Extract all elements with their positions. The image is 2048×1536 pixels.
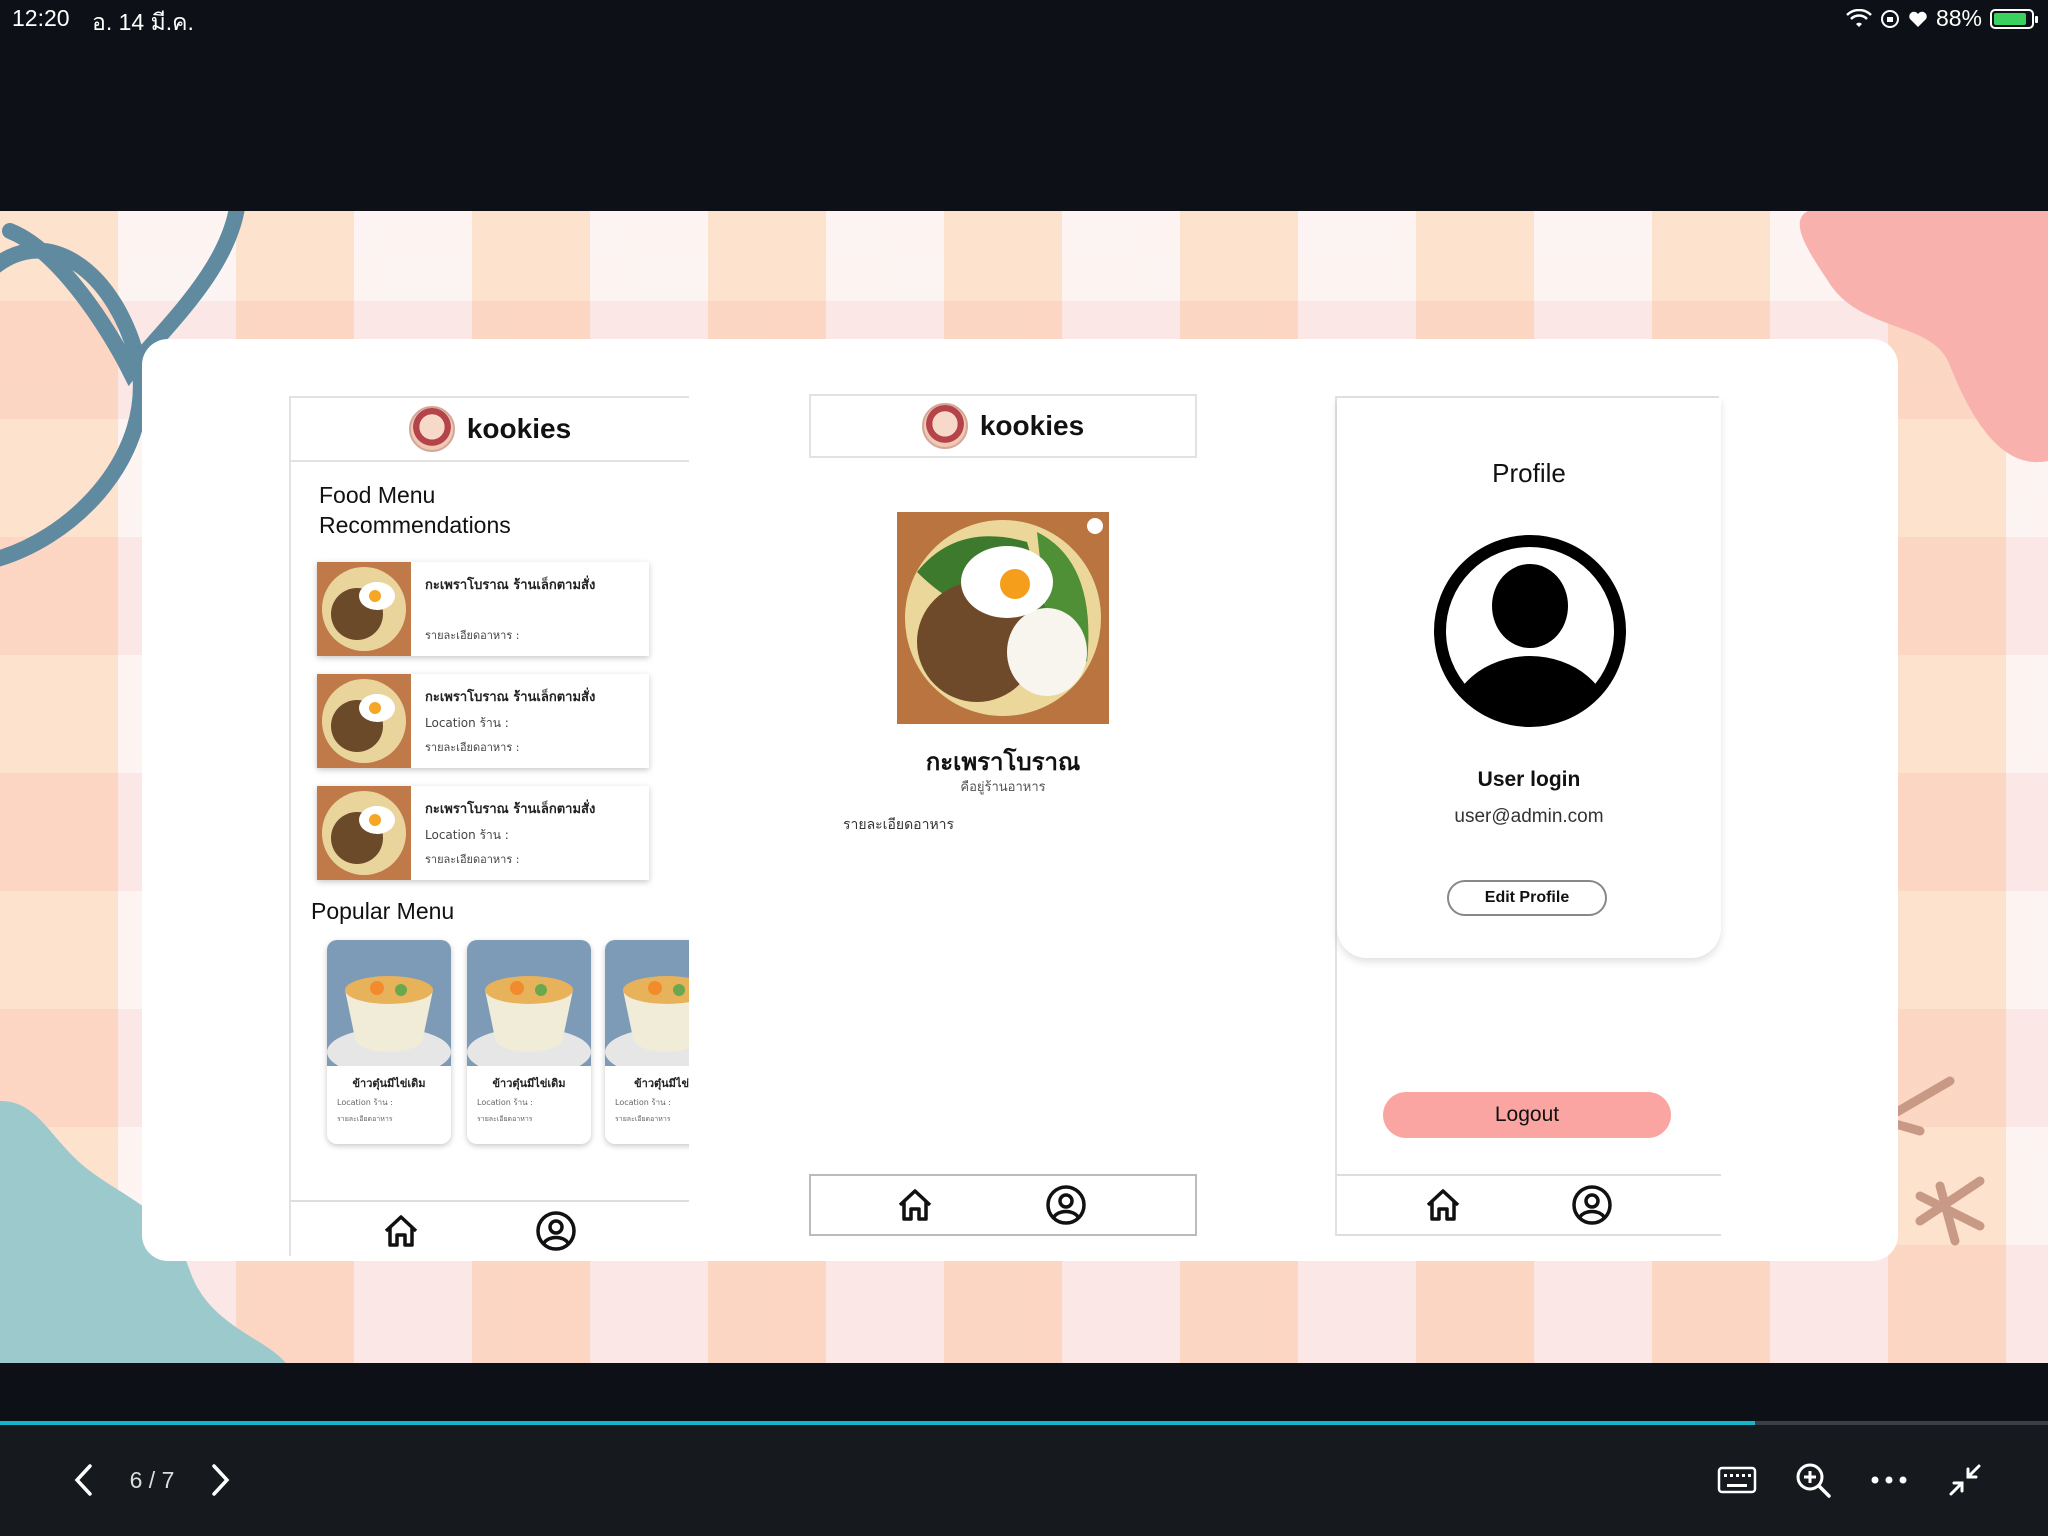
app-header: kookies xyxy=(291,396,689,462)
nav-profile-button[interactable] xyxy=(1570,1183,1614,1227)
popular-detail: รายละเอียดอาหาร xyxy=(615,1115,671,1123)
recommendation-card[interactable]: กะเพราโบราณ ร้านเล็กตามสั่ง Location ร้า… xyxy=(317,786,649,880)
bottom-nav xyxy=(1337,1174,1721,1236)
exit-fullscreen-button[interactable] xyxy=(1942,1460,1988,1500)
popular-card[interactable]: ข้าวตุ๋นมีไข่เดิม Location ร้าน : รายละเ… xyxy=(327,940,451,1144)
popular-card[interactable]: ข้าวตุ๋นมีไข่เดิม Location ร้าน : รายละเ… xyxy=(467,940,591,1144)
recommendation-location: Location ร้าน : xyxy=(425,716,509,730)
battery-icon xyxy=(1990,8,2038,29)
screen-food-detail: kookies กะเพราโบราณ คือยู่ร้านอาหาร รายล… xyxy=(809,394,1197,1236)
nav-home-button[interactable] xyxy=(893,1183,937,1227)
recommendation-location: Location ร้าน : xyxy=(425,828,509,842)
popular-card[interactable]: ข้าวตุ๋นมีไข่เดิ Location ร้าน : รายละเอ… xyxy=(605,940,689,1144)
section-title-recommendations: Food Menu Recommendations xyxy=(319,480,511,540)
food-image xyxy=(317,562,411,656)
bottom-nav xyxy=(291,1200,689,1256)
food-image xyxy=(605,940,689,1066)
page-indicator: 6 / 7 xyxy=(129,1466,175,1493)
recommendation-card[interactable]: กะเพราโบราณ ร้านเล็กตามสั่ง Location ร้า… xyxy=(317,674,649,768)
nav-home-button[interactable] xyxy=(379,1209,423,1253)
food-image xyxy=(327,940,451,1066)
zoom-in-button[interactable] xyxy=(1790,1460,1836,1500)
logout-button[interactable]: Logout xyxy=(1383,1092,1671,1138)
screen-home: kookies Food Menu Recommendations กะเพรา… xyxy=(289,396,689,1256)
more-options-button[interactable] xyxy=(1866,1460,1912,1500)
popular-name: ข้าวตุ๋นมีไข่เดิม xyxy=(492,1077,566,1090)
user-circle-icon xyxy=(536,1211,576,1251)
next-slide-button[interactable] xyxy=(200,1460,240,1500)
user-avatar-icon xyxy=(1434,535,1626,727)
screen-profile: Profile User login user@admin.com Edit P… xyxy=(1335,396,1721,1236)
zoom-in-icon xyxy=(1796,1463,1831,1498)
brand-name: kookies xyxy=(466,413,572,444)
popular-detail: รายละเอียดอาหาร xyxy=(477,1115,533,1123)
status-bar: 12:20 อ. 14 มี.ค. 88% xyxy=(0,0,2048,38)
popular-location: Location ร้าน : xyxy=(615,1098,671,1107)
battery-fill xyxy=(1994,12,2026,25)
popular-name: ข้าวตุ๋นมีไข่เดิ xyxy=(634,1077,689,1090)
wifi-icon xyxy=(1846,8,1872,27)
food-image xyxy=(897,512,1109,724)
keyboard-icon xyxy=(1717,1466,1757,1494)
recommendation-card[interactable]: กะเพราโบราณ ร้านเล็กตามสั่ง รายละเอียดอา… xyxy=(317,562,649,656)
keyboard-button[interactable] xyxy=(1714,1460,1760,1500)
profile-title: Profile xyxy=(1492,458,1566,488)
brand-name: kookies xyxy=(979,410,1085,441)
chevron-right-icon xyxy=(212,1464,230,1496)
profile-card: Profile User login user@admin.com Edit P… xyxy=(1337,398,1721,958)
slide-card: kookies Food Menu Recommendations กะเพรา… xyxy=(142,339,1898,1261)
orientation-lock-icon xyxy=(1880,9,1899,28)
user-email: user@admin.com xyxy=(1454,806,1604,827)
edit-profile-button[interactable]: Edit Profile xyxy=(1447,880,1607,916)
home-icon xyxy=(384,1215,418,1247)
more-icon xyxy=(1871,1476,1907,1484)
popular-name: ข้าวตุ๋นมีไข่เดิม xyxy=(352,1077,426,1090)
user-circle-icon xyxy=(1572,1185,1612,1225)
section-title-line1: Food Menu xyxy=(319,482,436,508)
food-detail-label: รายละเอียดอาหาร xyxy=(843,817,955,833)
section-title-popular: Popular Menu xyxy=(311,898,455,924)
food-image xyxy=(317,786,411,880)
nav-home-button[interactable] xyxy=(1421,1183,1465,1227)
collapse-icon xyxy=(1949,1464,1981,1496)
recommendation-detail: รายละเอียดอาหาร : xyxy=(425,629,520,642)
presentation-slide: kookies Food Menu Recommendations กะเพรา… xyxy=(0,211,2048,1363)
nav-profile-button[interactable] xyxy=(534,1209,578,1253)
brand-logo xyxy=(408,406,455,452)
popular-carousel[interactable]: ข้าวตุ๋นมีไข่เดิม Location ร้าน : รายละเ… xyxy=(327,940,689,1150)
popular-detail: รายละเอียดอาหาร xyxy=(337,1115,393,1123)
section-title-line2: Recommendations xyxy=(319,512,511,538)
status-time: 12:20 xyxy=(12,5,70,31)
popular-location: Location ร้าน : xyxy=(477,1098,533,1107)
status-date: อ. 14 มี.ค. xyxy=(92,9,194,35)
brand-logo xyxy=(921,403,968,449)
app-header: kookies xyxy=(809,394,1197,458)
nav-profile-button[interactable] xyxy=(1044,1183,1088,1227)
home-icon xyxy=(1426,1189,1460,1221)
battery-percent: 88% xyxy=(1935,5,1982,31)
food-image xyxy=(317,674,411,768)
heart-icon xyxy=(1909,11,1927,27)
user-name: User login xyxy=(1477,768,1581,791)
chevron-left-icon xyxy=(74,1464,92,1496)
status-icons: 88% xyxy=(1846,5,2038,32)
recommendation-name: กะเพราโบราณ ร้านเล็กตามสั่ง xyxy=(425,690,596,705)
food-image xyxy=(467,940,591,1066)
bottom-nav xyxy=(809,1174,1197,1236)
home-icon xyxy=(898,1189,932,1221)
recommendation-name: กะเพราโบราณ ร้านเล็กตามสั่ง xyxy=(425,802,596,817)
popular-location: Location ร้าน : xyxy=(337,1098,393,1107)
shop-location: คือยู่ร้านอาหาร xyxy=(960,780,1046,795)
prev-slide-button[interactable] xyxy=(64,1460,104,1500)
recommendation-name: กะเพราโบราณ ร้านเล็กตามสั่ง xyxy=(425,578,596,593)
user-circle-icon xyxy=(1046,1185,1086,1225)
recommendation-detail: รายละเอียดอาหาร : xyxy=(425,853,520,866)
recommendation-detail: รายละเอียดอาหาร : xyxy=(425,741,520,754)
